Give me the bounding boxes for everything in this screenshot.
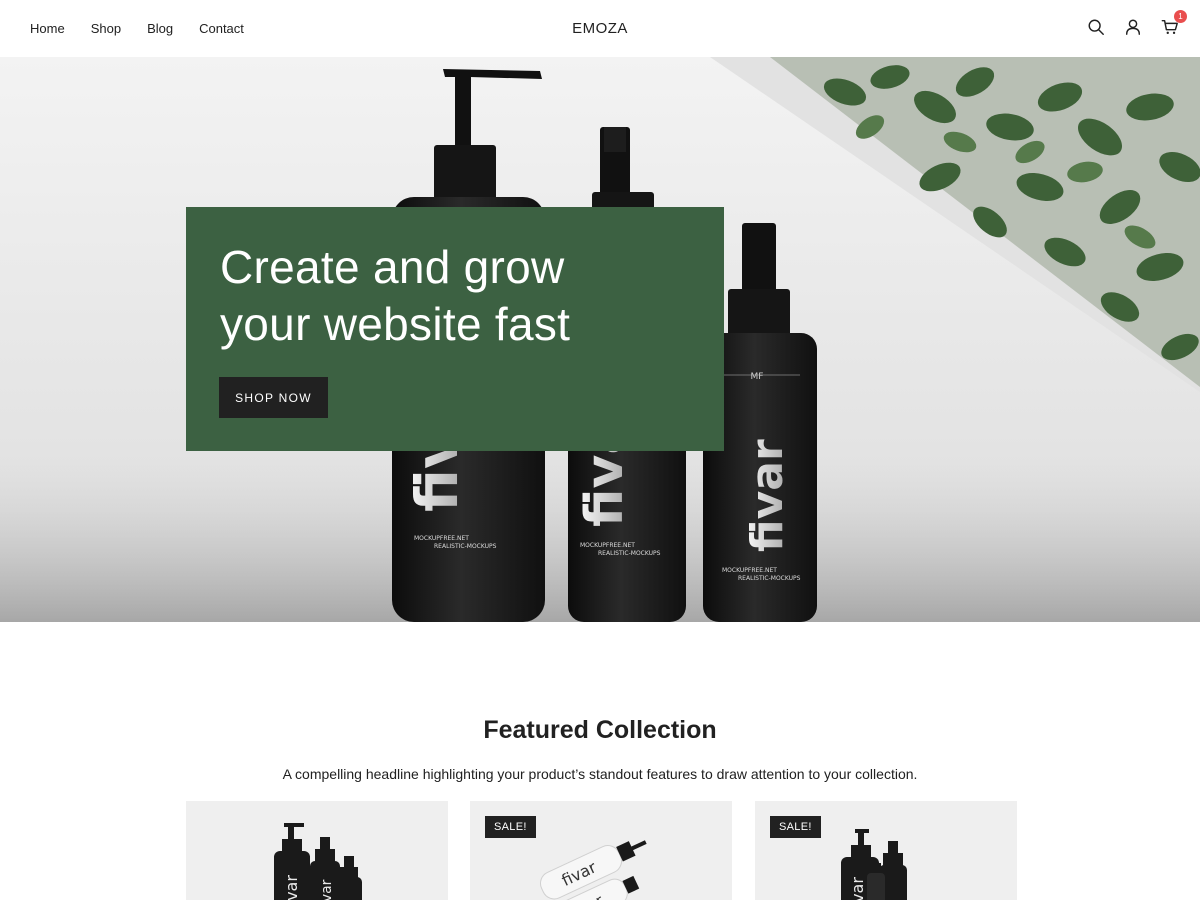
nav-home[interactable]: Home [30, 21, 65, 36]
product-1-brand: fivar [282, 875, 301, 900]
hero-title: Create and grow your website fast [220, 239, 690, 353]
account-icon[interactable] [1123, 16, 1143, 38]
product-3-brand: fivar [848, 877, 867, 900]
bottle-tagline-2: REALISTIC-MOCKUPS [434, 543, 497, 550]
shop-now-button[interactable]: SHOP NOW [219, 377, 328, 418]
bottle-brand-text-3: fivar [742, 439, 793, 552]
featured-collection-title: Featured Collection [483, 716, 717, 744]
bottle-tagline-5: MOCKUPFREE.NET [722, 567, 777, 574]
sale-badge-2: SALE! [770, 816, 821, 838]
header-icons: 1 [1086, 10, 1187, 38]
bottle-monogram: MF [751, 372, 764, 382]
nav-blog[interactable]: Blog [147, 21, 173, 36]
cart-icon[interactable]: 1 [1160, 10, 1187, 38]
product-image-1: fivar fivar [186, 801, 448, 900]
hero-title-line-2: your website fast [220, 298, 571, 350]
main-nav: Home Shop Blog Contact [30, 0, 244, 57]
nav-shop[interactable]: Shop [91, 21, 121, 36]
cart-count-badge: 1 [1174, 10, 1187, 23]
site-logo[interactable]: EMOZA [572, 20, 628, 37]
bottle-tagline-3: MOCKUPFREE.NET [580, 542, 635, 549]
hero-banner: fivar MOCKUPFREE.NET REALISTIC-MOCKUPS f… [0, 57, 1200, 622]
product-card-2[interactable]: fivar fivar SALE! [470, 801, 732, 900]
product-card-3[interactable]: fivar SALE! [755, 801, 1017, 900]
search-icon[interactable] [1086, 16, 1106, 38]
sale-badge: SALE! [485, 816, 536, 838]
hero-text-box: Create and grow your website fast SHOP N… [186, 207, 724, 451]
product-card-1[interactable]: fivar fivar [186, 801, 448, 900]
hero-title-line-1: Create and grow [220, 241, 565, 293]
bottle-tagline-4: REALISTIC-MOCKUPS [598, 550, 661, 557]
nav-contact[interactable]: Contact [199, 21, 244, 36]
featured-collection-subtitle: A compelling headline highlighting your … [282, 766, 918, 782]
bottle-tagline-6: REALISTIC-MOCKUPS [738, 575, 801, 582]
product-1-brand-2: fivar [319, 879, 335, 900]
bottle-tagline: MOCKUPFREE.NET [414, 535, 469, 542]
site-header: Home Shop Blog Contact EMOZA 1 [0, 0, 1200, 57]
